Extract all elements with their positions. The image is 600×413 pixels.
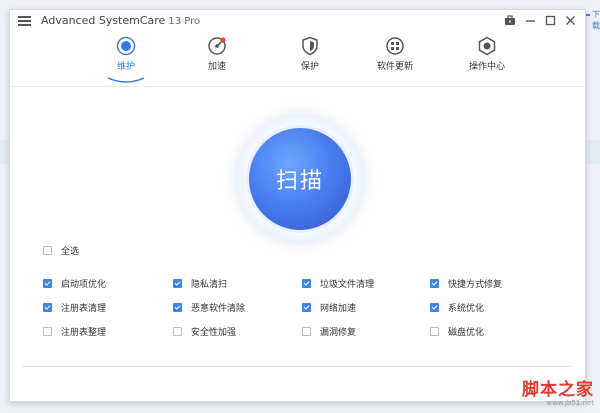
option-startup-optimize[interactable]: 启动项优化 bbox=[43, 277, 106, 290]
checkbox[interactable] bbox=[302, 279, 311, 288]
maintenance-icon bbox=[116, 36, 136, 56]
option-shortcut-fix[interactable]: 快捷方式修复 bbox=[430, 277, 502, 290]
option-system-optimize[interactable]: 系统优化 bbox=[430, 301, 484, 314]
option-registry-defrag[interactable]: 注册表整理 bbox=[43, 325, 106, 338]
background-link[interactable]: 下载 bbox=[592, 9, 600, 31]
watermark-url: www.jb51.net bbox=[546, 399, 594, 407]
select-all-checkbox[interactable]: 全选 bbox=[43, 244, 79, 257]
checkbox[interactable] bbox=[43, 327, 52, 336]
scan-label: 扫描 bbox=[275, 169, 324, 194]
app-name: Advanced SystemCare bbox=[41, 14, 166, 27]
window-controls bbox=[503, 12, 577, 28]
option-malware-removal[interactable]: 恶意软件清除 bbox=[173, 301, 245, 314]
checkbox[interactable] bbox=[430, 303, 439, 312]
app-version: 13 Pro bbox=[168, 16, 201, 27]
speedometer-icon bbox=[208, 37, 226, 55]
option-registry-clean[interactable]: 注册表清理 bbox=[43, 301, 106, 314]
tab-software-update[interactable]: 软件更新 bbox=[360, 36, 430, 72]
option-security-reinforce[interactable]: 安全性加强 bbox=[173, 325, 236, 338]
checkbox[interactable] bbox=[430, 279, 439, 288]
close-button[interactable] bbox=[563, 12, 577, 28]
nav-separator bbox=[10, 86, 585, 87]
main-nav: 维护 加速 保护 软件更新 操作中心 bbox=[10, 32, 585, 82]
tab-maintenance[interactable]: 维护 bbox=[91, 36, 161, 72]
footer-divider bbox=[22, 366, 573, 367]
checkbox[interactable] bbox=[430, 327, 439, 336]
checkbox[interactable] bbox=[43, 246, 52, 255]
maximize-button[interactable] bbox=[543, 12, 557, 28]
toolbox-icon[interactable] bbox=[503, 12, 517, 28]
watermark-title: 脚本之家 bbox=[522, 380, 594, 400]
app-window: Advanced SystemCare 13 Pro 维护 加速 保护 软件更新… bbox=[9, 9, 586, 402]
option-internet-boost[interactable]: 网络加速 bbox=[302, 301, 356, 314]
active-tab-indicator bbox=[107, 77, 145, 83]
checkbox[interactable] bbox=[302, 303, 311, 312]
minimize-button[interactable] bbox=[523, 12, 537, 28]
title-bar: Advanced SystemCare 13 Pro bbox=[10, 10, 585, 32]
option-junk-clean[interactable]: 垃圾文件清理 bbox=[302, 277, 374, 290]
checkbox[interactable] bbox=[173, 279, 182, 288]
shield-icon bbox=[302, 36, 318, 56]
option-disk-optimize[interactable]: 磁盘优化 bbox=[430, 325, 484, 338]
checkbox[interactable] bbox=[173, 303, 182, 312]
select-all-label: 全选 bbox=[61, 247, 80, 257]
app-title: Advanced SystemCare 13 Pro bbox=[41, 14, 200, 27]
software-update-icon bbox=[386, 37, 404, 55]
tab-protect[interactable]: 保护 bbox=[275, 36, 345, 72]
scan-button[interactable]: 扫描 bbox=[236, 115, 364, 243]
checkbox[interactable] bbox=[43, 279, 52, 288]
tab-speedup[interactable]: 加速 bbox=[182, 36, 252, 72]
checkbox[interactable] bbox=[302, 327, 311, 336]
tab-action-center[interactable]: 操作中心 bbox=[452, 36, 522, 72]
checkbox[interactable] bbox=[173, 327, 182, 336]
site-watermark: 脚本之家 www.jb51.net bbox=[522, 375, 594, 407]
hamburger-menu-icon[interactable] bbox=[18, 16, 31, 26]
option-privacy-sweep[interactable]: 隐私清扫 bbox=[173, 277, 227, 290]
option-vulnerability-fix[interactable]: 漏洞修复 bbox=[302, 325, 356, 338]
action-center-icon bbox=[478, 36, 496, 56]
checkbox[interactable] bbox=[43, 303, 52, 312]
